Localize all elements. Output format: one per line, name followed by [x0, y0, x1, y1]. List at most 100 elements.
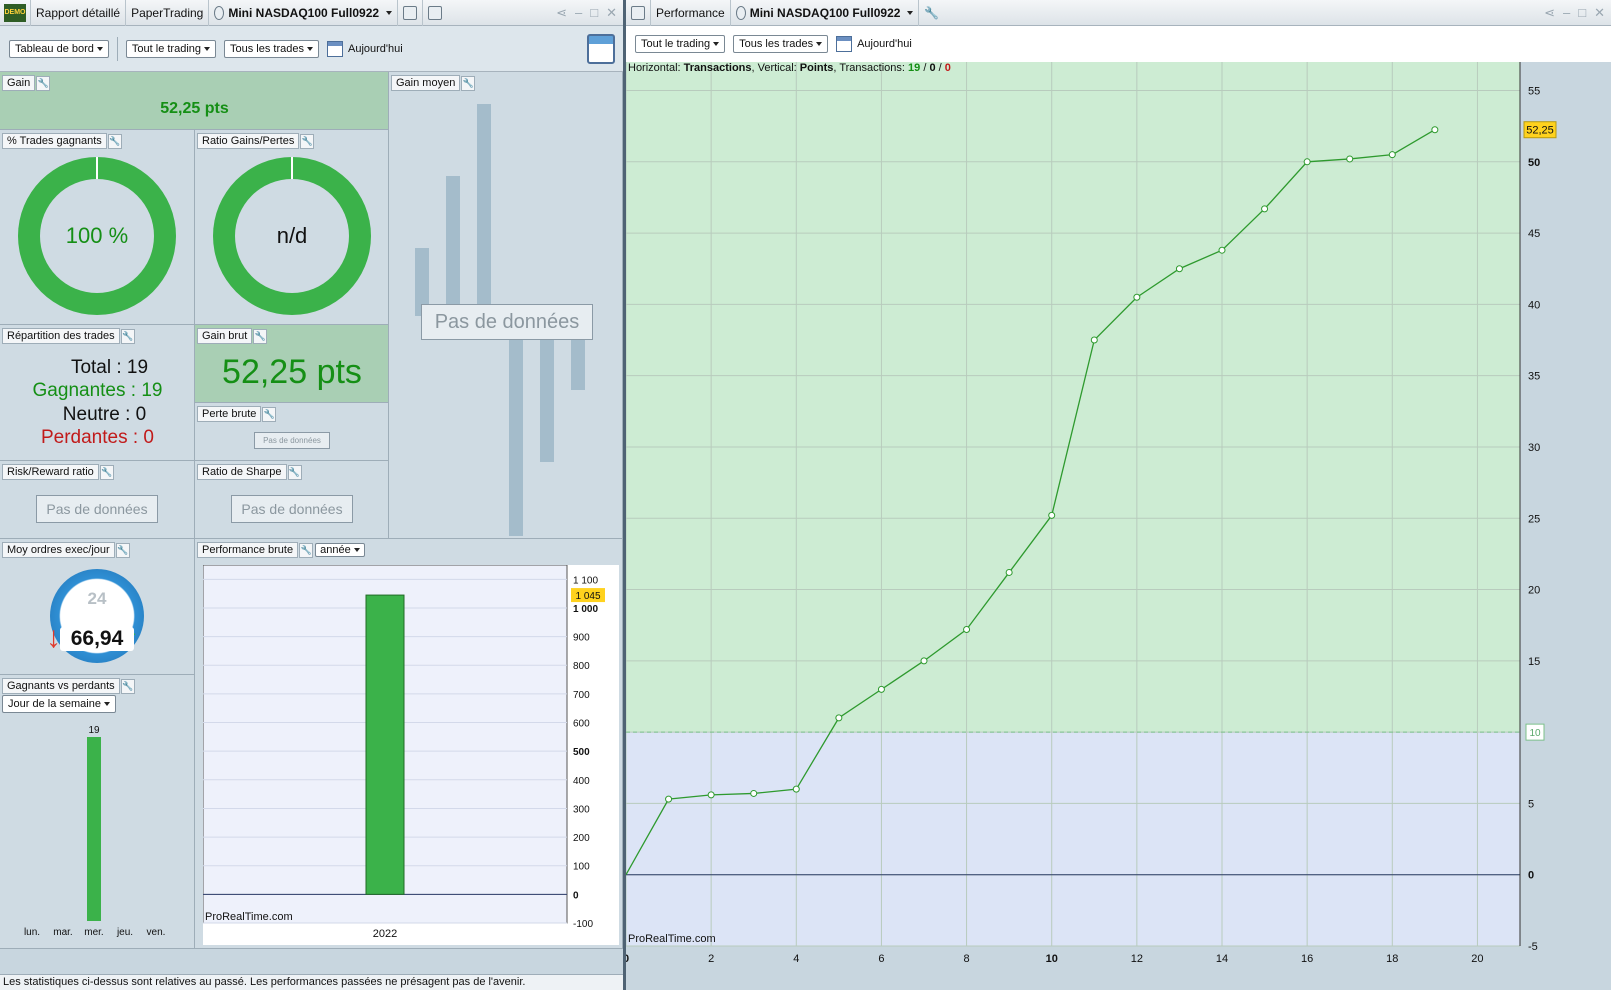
share-icon[interactable]: ⋖	[556, 5, 567, 21]
x-tick-label: 20	[1471, 953, 1483, 965]
data-point	[963, 625, 971, 633]
panel-ratio-header: Ratio Gains/Pertes 🔧	[197, 133, 315, 149]
wrench-icon[interactable]: 🔧	[120, 678, 135, 694]
scope-dropdown[interactable]: Tout le trading	[635, 35, 726, 53]
close-icon[interactable]: ✕	[1594, 5, 1605, 21]
close-icon[interactable]: ✕	[606, 5, 617, 21]
panel-risk-reward: Risk/Reward ratio 🔧 Pas de données	[0, 461, 195, 539]
weekday-bar-chart: lun. mar. 19 mer. jeu. ven.	[24, 725, 166, 938]
wrench-icon[interactable]: 🔧	[287, 464, 302, 480]
wrench-icon[interactable]: 🔧	[120, 328, 135, 344]
export-button[interactable]	[398, 0, 424, 26]
weekday-label: ven.	[147, 927, 166, 938]
demo-icon: DEMO	[0, 0, 31, 26]
win-rate-donut: 100 %	[18, 157, 176, 315]
ghost-bar	[540, 336, 554, 462]
panel-perte-brute: Perte brute 🔧 Pas de données	[195, 403, 389, 461]
calendar-icon	[327, 40, 343, 57]
chevron-down-icon	[307, 46, 313, 51]
scope-dropdown[interactable]: Tout le trading	[125, 39, 217, 58]
tab-papertrading[interactable]: PaperTrading	[126, 0, 210, 26]
donut-start-tick	[291, 157, 293, 179]
x-tick-label: 6	[878, 953, 884, 965]
y-tick-label: 500	[573, 747, 590, 758]
y-tick-label: 40	[1528, 299, 1540, 311]
left-toolbar: Tableau de bord Tout le trading Tous les…	[0, 26, 623, 72]
panel-gain-header: Gain 🔧	[2, 75, 51, 91]
instrument-selector[interactable]: Mini NASDAQ100 Full0922	[731, 0, 920, 26]
panel-gain-brut: Gain brut 🔧 52,25 pts	[195, 325, 389, 403]
panel-title: Performance brute	[197, 542, 299, 558]
y-tick-label: 600	[573, 719, 590, 730]
ghost-bar	[446, 176, 460, 316]
weekday-label: mar.	[53, 927, 72, 938]
value-label: 1 045	[575, 591, 600, 602]
chevron-down-icon	[96, 46, 103, 51]
weekday-dropdown[interactable]: Jour de la semaine	[2, 695, 116, 713]
tab-rapport-detaille[interactable]: Rapport détaillé	[31, 0, 127, 26]
data-point	[665, 795, 673, 803]
data-point	[1261, 205, 1269, 213]
export-icon	[403, 5, 418, 20]
y-tick-label: 0	[573, 890, 579, 901]
panel-performance-brute: Performance brute 🔧 année -100 0 100 200 300 40…	[195, 539, 623, 949]
data-point	[877, 685, 885, 693]
copy-button[interactable]	[423, 0, 447, 26]
data-point	[750, 789, 758, 797]
arrow-down-icon: ↓	[46, 621, 61, 654]
x-tick-label: 0	[626, 953, 629, 965]
x-tick-label: 2	[708, 953, 714, 965]
wrench-icon[interactable]: 🔧	[253, 328, 268, 344]
no-data-message: Pas de données	[421, 304, 593, 340]
chevron-down-icon	[103, 702, 110, 707]
tab-performance[interactable]: Performance	[651, 0, 731, 26]
period-dropdown[interactable]: année	[315, 543, 365, 557]
grid-icon	[631, 5, 645, 20]
maximize-icon[interactable]: □	[590, 5, 598, 20]
ghost-bar	[477, 104, 491, 316]
trades-dropdown[interactable]: Tous les trades	[733, 35, 829, 53]
wrench-icon[interactable]: 🔧	[36, 75, 51, 91]
wrench-icon[interactable]: 🔧	[262, 406, 277, 422]
instrument-selector[interactable]: Mini NASDAQ100 Full0922	[209, 0, 399, 26]
donut-start-tick	[96, 157, 98, 179]
panel-title: Ratio de Sharpe	[197, 464, 287, 480]
gross-gain-value: 52,25 pts	[222, 353, 362, 391]
date-selector[interactable]: Aujourd'hui	[836, 36, 912, 52]
trades-dropdown[interactable]: Tous les trades	[224, 39, 319, 58]
watermark: ProRealTime.com	[205, 911, 293, 923]
bar-2022	[365, 594, 405, 895]
panel-sharpe: Ratio de Sharpe 🔧 Pas de données	[195, 461, 389, 539]
data-point	[1175, 265, 1183, 273]
minimize-icon[interactable]: –	[1563, 5, 1570, 20]
instrument-label: Mini NASDAQ100 Full0922	[749, 5, 901, 20]
minimize-icon[interactable]: –	[575, 5, 582, 20]
wrench-icon[interactable]: 🔧	[461, 75, 476, 91]
share-icon[interactable]: ⋖	[1544, 5, 1555, 21]
neutral-count: Neutre : 0	[62, 404, 147, 425]
panel-gvp-header: Gagnants vs perdants 🔧	[2, 678, 135, 694]
settings-button[interactable]: 🔧	[919, 0, 944, 26]
wrench-icon[interactable]: 🔧	[299, 542, 314, 558]
dashboard-dropdown[interactable]: Tableau de bord	[9, 39, 109, 58]
wrench-icon[interactable]: 🔧	[107, 133, 122, 149]
data-point	[707, 791, 715, 799]
y-tick-label: 900	[573, 633, 590, 644]
y-tick-label: 100	[573, 862, 590, 873]
no-data-message: Pas de données	[36, 495, 158, 523]
x-tick-label: 4	[793, 953, 799, 965]
win-rate-value: 100 %	[40, 179, 154, 293]
maximize-icon[interactable]: □	[1578, 5, 1586, 20]
wrench-icon[interactable]: 🔧	[99, 464, 114, 480]
panel-title: Répartition des trades	[2, 328, 120, 344]
disclaimer-footer: Les statistiques ci-dessus sont relative…	[0, 974, 623, 990]
panel-title: % Trades gagnants	[2, 133, 107, 149]
right-titlebar: Performance Mini NASDAQ100 Full0922 🔧 ⋖ …	[626, 0, 1611, 26]
report-settings-icon[interactable]	[587, 33, 615, 64]
wrench-icon[interactable]: 🔧	[300, 133, 315, 149]
y-tick-label: 700	[573, 690, 590, 701]
chevron-down-icon	[386, 10, 393, 15]
wrench-icon[interactable]: 🔧	[115, 542, 130, 558]
date-selector[interactable]: Aujourd'hui	[327, 40, 403, 57]
data-point	[1346, 155, 1354, 163]
